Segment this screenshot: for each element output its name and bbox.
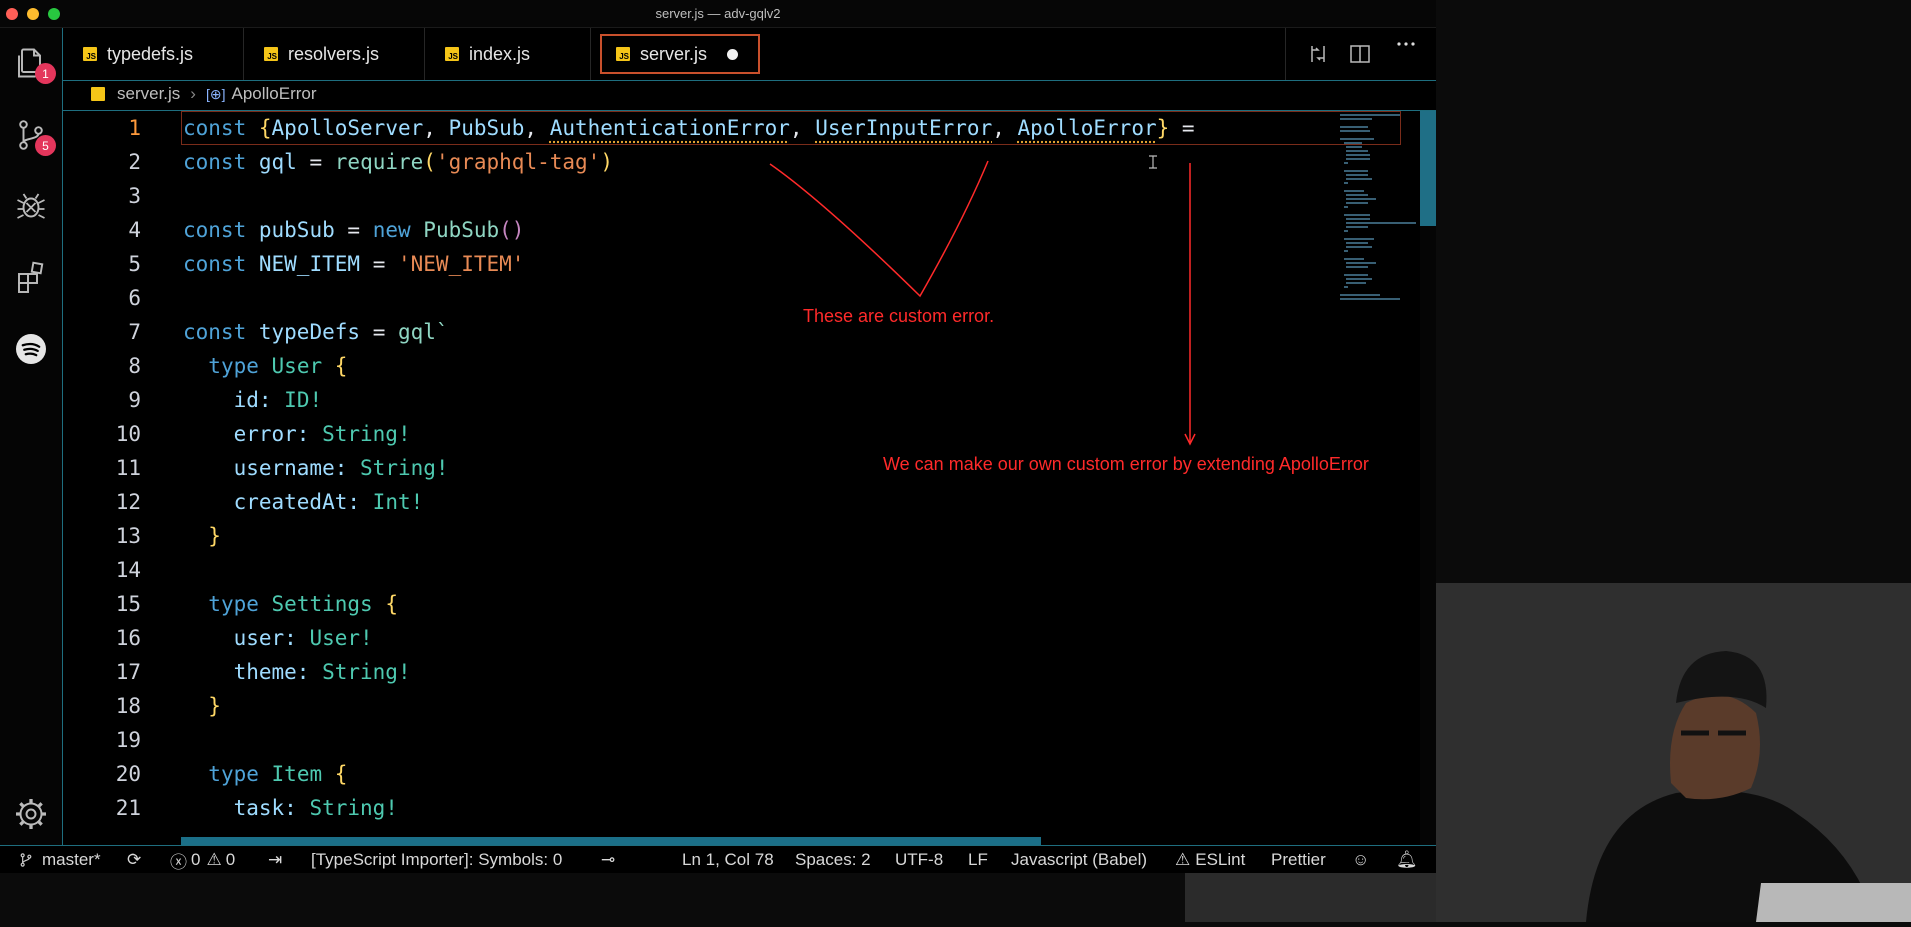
encoding[interactable]: UTF-8 [895,846,943,874]
bell-icon[interactable]: 🔔︎ [1396,846,1418,874]
tab-server[interactable]: JS server.js [600,34,760,74]
more-actions-icon[interactable] [1394,32,1418,56]
spotify-icon [16,334,46,364]
js-file-icon: JS [445,47,459,61]
title-bar: server.js — adv-gqlv2 [0,0,1436,28]
extensions-icon [18,261,44,293]
unsaved-dot-icon[interactable] [727,48,739,60]
settings-button[interactable] [10,793,52,835]
symbol-icon: [⊕] [205,85,226,102]
annotation-extend-error: We can make our own custom error by exte… [883,454,1369,474]
tab-typedefs[interactable]: JS typedefs.js [63,28,244,80]
line-ending[interactable]: LF [968,846,988,874]
language-mode[interactable]: Javascript (Babel) [1011,846,1147,874]
tab-resolvers[interactable]: JS resolvers.js [244,28,425,80]
text-cursor-icon [1149,155,1157,169]
warning-icon: ⚠ [206,850,222,869]
desktop-background [1185,873,1436,922]
minimap[interactable] [1338,111,1424,351]
webcam-overlay [1436,583,1911,922]
typescript-importer-status[interactable]: [TypeScript Importer]: Symbols: 0 [311,846,562,874]
gear-icon [16,799,46,829]
error-icon: ⓧ [170,852,187,872]
spotify-button[interactable] [10,328,52,370]
scrollbar-thumb[interactable] [1420,111,1436,226]
editor-tabs: JS typedefs.js JS resolvers.js JS index.… [63,28,1436,81]
compare-changes-icon[interactable] [1306,42,1330,66]
eslint-status[interactable]: ⚠ ESLint [1175,846,1245,874]
breadcrumb-file[interactable]: server.js [117,84,180,104]
presenter-image [1436,583,1911,922]
tab-index[interactable]: JS index.js [425,28,591,80]
split-editor-icon[interactable] [1348,42,1372,66]
editor-window: server.js — adv-gqlv2 1 5 JS typedefs.js [0,0,1436,874]
js-file-icon: JS [616,47,630,61]
cursor-position[interactable]: Ln 1, Col 78 [682,846,774,874]
tab-label: server.js [640,43,708,64]
js-file-icon: JS [83,47,97,61]
error-count: 0 [191,850,201,869]
source-control-button[interactable]: 5 [10,114,56,156]
tab-label: typedefs.js [107,43,194,64]
breadcrumb: server.js › [⊕] ApolloError [63,81,1436,107]
git-branch-icon [20,853,32,867]
window-title: server.js — adv-gqlv2 [655,6,781,21]
editor-actions [1285,28,1436,80]
warning-count: 0 [225,850,236,869]
sync-icon[interactable]: ⟳ [127,846,141,874]
prettier-status[interactable]: Prettier [1271,846,1326,874]
js-file-icon: JS [264,47,278,61]
live-share-icon[interactable]: ⇥ [268,846,282,874]
status-bar: master* ⟳ ⓧ 0 ⚠ 0 ⇥ [TypeScript Importer… [0,845,1436,874]
scm-badge: 5 [35,135,56,156]
extensions-button[interactable] [10,256,52,298]
annotation-custom-error: These are custom error. [803,306,995,326]
indentation[interactable]: Spaces: 2 [795,846,871,874]
activity-bar: 1 5 [0,28,63,845]
desktop-background [0,873,1185,922]
annotation-arrows [769,155,1196,446]
breadcrumb-symbol[interactable]: ApolloError [231,84,316,104]
branch-indicator[interactable]: master* [18,846,101,874]
commit-icon[interactable]: ⊸ [601,846,615,874]
vertical-scrollbar[interactable] [1420,111,1436,846]
js-file-icon [91,87,105,101]
feedback-icon[interactable]: ☺ [1352,846,1369,874]
chevron-right-icon: › [190,84,196,103]
code-editor[interactable]: 1 const {ApolloServer, PubSub, Authentic… [63,110,1436,846]
eslint-label: ESLint [1195,850,1246,869]
explorer-button[interactable]: 1 [10,42,56,84]
tab-label: index.js [469,43,531,64]
debug-button[interactable] [10,185,52,227]
branch-name: master* [42,850,101,869]
warning-icon: ⚠ [1175,850,1191,869]
bug-icon [17,193,45,219]
explorer-badge: 1 [35,63,56,84]
tab-label: resolvers.js [288,43,380,64]
problems-indicator[interactable]: ⓧ 0 ⚠ 0 [170,846,235,874]
